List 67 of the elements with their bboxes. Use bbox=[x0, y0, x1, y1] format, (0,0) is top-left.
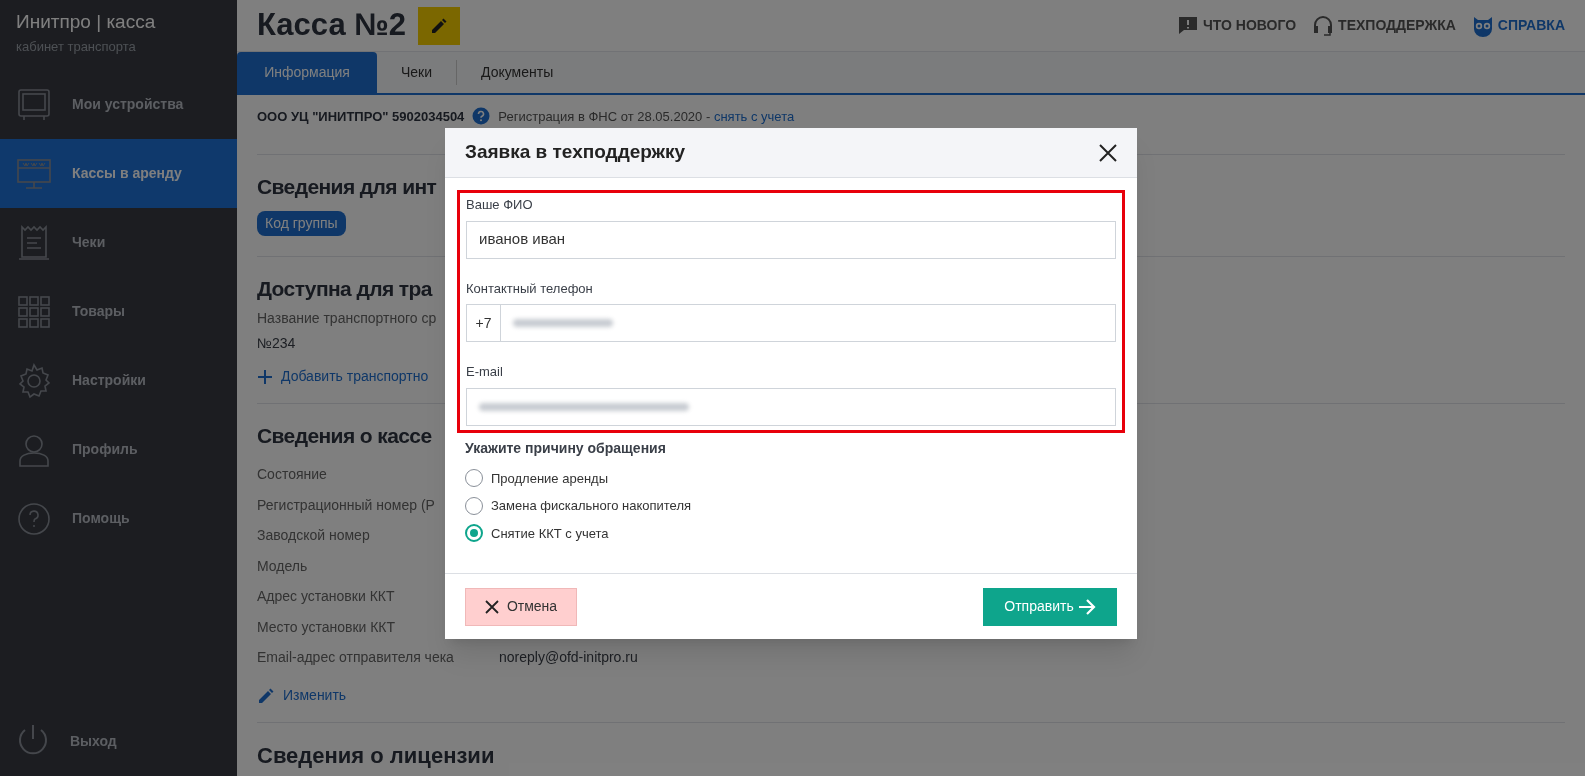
owl-icon bbox=[1471, 14, 1494, 37]
pencil-icon bbox=[430, 16, 449, 35]
field-label: Ваше ФИО bbox=[466, 196, 534, 214]
field-value: noreply@ofd-initpro.ru bbox=[499, 648, 639, 668]
sidebar-item[interactable]: Кассы в аренду bbox=[0, 139, 237, 208]
field-label: E-mail bbox=[466, 363, 504, 381]
tab[interactable]: Чеки bbox=[377, 60, 458, 85]
sidebar-item[interactable]: Мои устройства bbox=[0, 70, 237, 139]
plus-icon bbox=[257, 368, 273, 385]
field-label: Адрес установки ККТ bbox=[257, 587, 395, 607]
add-transport-link[interactable]: Добавить транспортно bbox=[257, 366, 429, 387]
pencil-icon bbox=[257, 686, 275, 705]
section-title: Доступна для тра bbox=[257, 275, 432, 302]
arrow-right-icon bbox=[1077, 598, 1096, 615]
logout-link[interactable]: Выход bbox=[70, 730, 117, 752]
reason-label: Укажите причину обращения bbox=[465, 438, 667, 458]
field-value: №234 bbox=[257, 334, 296, 353]
section-title: Сведения о лицензии bbox=[257, 742, 495, 770]
radio-option[interactable]: Снятие ККТ с учета bbox=[465, 523, 1117, 543]
header-link[interactable]: ТЕХПОДДЕРЖКА bbox=[1312, 14, 1456, 37]
radio-button[interactable] bbox=[465, 524, 483, 543]
email-field[interactable] bbox=[466, 387, 1116, 426]
field-label: Регистрационный номер (Р bbox=[257, 495, 435, 515]
phone-prefix: +7 bbox=[467, 305, 501, 341]
cancel-button[interactable]: Отмена bbox=[465, 587, 577, 626]
name-field[interactable]: иванов иван bbox=[466, 220, 1116, 259]
radio-option[interactable]: Продление аренды bbox=[465, 468, 1117, 488]
header-link[interactable]: ЧТО НОВОГО bbox=[1176, 14, 1297, 37]
grid-icon bbox=[16, 293, 52, 330]
tab[interactable]: Информация bbox=[237, 52, 377, 93]
group-code-tag[interactable]: Код группы bbox=[257, 210, 346, 236]
close-icon bbox=[484, 599, 499, 614]
field-label: Заводской номер bbox=[257, 526, 370, 546]
submit-button[interactable]: Отправить bbox=[983, 587, 1117, 626]
help-icon[interactable] bbox=[472, 107, 491, 125]
unregister-link[interactable]: снять с учета bbox=[713, 109, 795, 124]
sidebar-item[interactable]: Помощь bbox=[0, 484, 237, 553]
settings-icon bbox=[16, 362, 52, 399]
field-label: Модель bbox=[257, 556, 308, 576]
section-title: Сведения для инт bbox=[257, 174, 437, 200]
dialog-title: Заявка в техподдержку bbox=[465, 140, 686, 165]
help-icon bbox=[16, 500, 52, 537]
sidebar-item[interactable]: Товары bbox=[0, 277, 237, 346]
phone-field[interactable]: +7 bbox=[466, 304, 1116, 342]
registration-text: Регистрация в ФНС от 28.05.2020 - bbox=[498, 109, 711, 124]
sidebar-item[interactable]: Настройки bbox=[0, 346, 237, 415]
sidebar-item[interactable]: Чеки bbox=[0, 208, 237, 277]
headset-icon bbox=[1312, 14, 1335, 37]
field-label: Место установки ККТ bbox=[257, 617, 396, 637]
radio-option[interactable]: Замена фискального накопителя bbox=[465, 496, 1117, 516]
field-label: Контактный телефон bbox=[466, 279, 594, 298]
edit-button[interactable] bbox=[418, 6, 461, 45]
tab[interactable]: Документы bbox=[457, 60, 578, 85]
receipt-icon bbox=[16, 224, 52, 261]
header-link[interactable]: СПРАВКА bbox=[1471, 14, 1565, 37]
field-label: Состояние bbox=[257, 465, 327, 485]
field-label: Email-адрес отправителя чека bbox=[257, 648, 454, 668]
monitor-icon bbox=[16, 86, 52, 123]
close-icon[interactable] bbox=[1099, 143, 1117, 162]
field-label: Название транспортного ср bbox=[257, 309, 437, 328]
page-title: Касса №2 bbox=[257, 6, 407, 45]
edit-link[interactable]: Изменить bbox=[257, 685, 347, 706]
section-title: Сведения о кассе bbox=[257, 423, 432, 449]
logo: Инитпро | касса bbox=[16, 10, 157, 34]
sidebar-item[interactable]: Профиль bbox=[0, 415, 237, 484]
organization-name: ООО УЦ "ИНИТПРО" 5902034504 bbox=[257, 108, 465, 126]
message-alert-icon bbox=[1176, 14, 1199, 37]
